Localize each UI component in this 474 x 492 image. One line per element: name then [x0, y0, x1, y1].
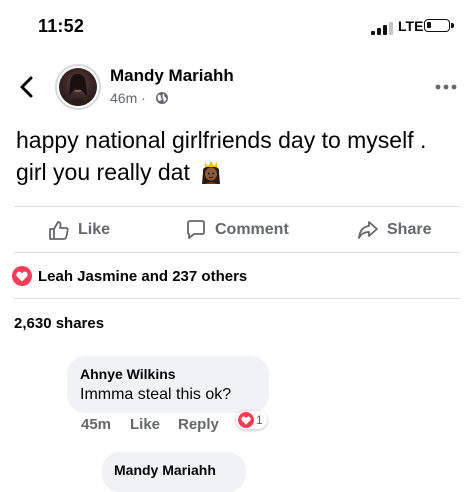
battery-low-icon	[424, 19, 450, 32]
status-time: 11:52	[38, 16, 85, 36]
divider-actions	[14, 252, 460, 253]
reply-author[interactable]: Mandy Mariahh	[114, 462, 216, 478]
share-button[interactable]: Share	[357, 218, 431, 242]
comment-label: Comment	[215, 221, 289, 238]
author-avatar[interactable]	[59, 68, 97, 106]
back-arrow-icon[interactable]	[16, 74, 38, 100]
comment-reply-button[interactable]: Reply	[178, 416, 219, 433]
like-label: Like	[78, 221, 111, 238]
thumbs-up-icon	[49, 221, 69, 240]
comment-reaction-number: 1	[256, 413, 263, 427]
post-timestamp: 46m ·	[110, 90, 146, 106]
comment-icon	[187, 220, 205, 239]
reaction-summary[interactable]: Leah Jasmine and 237 others	[12, 266, 247, 286]
network-label: LTE	[398, 18, 424, 34]
divider-top	[14, 206, 460, 207]
comment-text: Immma steal this ok?	[80, 386, 232, 403]
comment-like-button[interactable]: Like	[130, 416, 160, 433]
like-button[interactable]: Like	[48, 218, 110, 242]
meta-separator: ·	[137, 90, 146, 106]
comment-reaction-count[interactable]: 1	[236, 411, 267, 429]
princess-emoji-icon	[202, 161, 221, 184]
post-time-ago: 46m	[110, 90, 138, 106]
heart-reaction-icon	[238, 412, 254, 428]
share-arrow-icon	[358, 221, 378, 239]
share-count[interactable]: 2,630 shares	[14, 315, 104, 332]
post-body: happy national girlfriends day to myself…	[16, 124, 456, 188]
battery-tip	[451, 23, 454, 28]
comment-author[interactable]: Ahnye Wilkins	[80, 366, 176, 382]
more-options-icon[interactable]	[435, 84, 457, 90]
share-label: Share	[387, 221, 432, 238]
comment-bubble[interactable]	[67, 356, 269, 413]
comment-time: 45m	[81, 416, 112, 433]
reaction-summary-text: Leah Jasmine and 237 others	[38, 267, 248, 285]
comment-button[interactable]: Comment	[185, 218, 289, 242]
heart-reaction-icon	[12, 266, 32, 286]
divider-reactions	[14, 298, 460, 299]
signal-bars-icon	[371, 21, 399, 35]
globe-icon	[156, 92, 168, 104]
post-author-name[interactable]: Mandy Mariahh	[110, 66, 234, 86]
